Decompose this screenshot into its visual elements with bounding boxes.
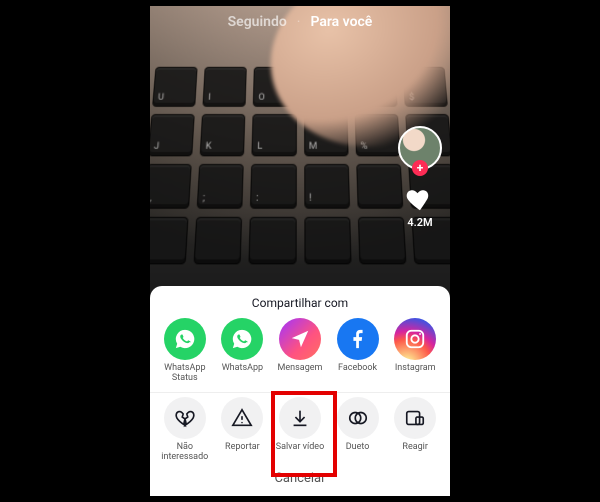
instagram-icon	[394, 318, 436, 360]
action-react[interactable]: Reagir	[388, 397, 442, 463]
share-whatsapp-status[interactable]: WhatsApp Status	[158, 318, 212, 384]
tab-separator: ·	[297, 14, 301, 30]
share-targets-row: WhatsApp Status WhatsApp Mensagem	[150, 318, 450, 384]
like-count: 4.2M	[407, 216, 432, 229]
stage: UIOP^$ JKLM%* ,;:! Seguindo · Para você …	[0, 0, 600, 502]
broken-heart-icon	[164, 397, 206, 439]
share-label: WhatsApp Status	[158, 364, 212, 384]
share-messenger[interactable]: Mensagem	[273, 318, 327, 384]
share-label: Instagram	[395, 364, 436, 384]
actions-row: Não interessado Reportar Salvar vídeo	[150, 397, 450, 463]
action-duet[interactable]: Dueto	[331, 397, 385, 463]
whatsapp-icon	[221, 318, 263, 360]
sheet-divider	[150, 392, 450, 393]
share-whatsapp[interactable]: WhatsApp	[215, 318, 269, 384]
action-label: Reportar	[225, 443, 260, 463]
react-icon	[394, 397, 436, 439]
right-action-rail: + 4.2M	[398, 126, 442, 229]
action-label: Reagir	[402, 443, 428, 463]
facebook-icon	[337, 318, 379, 360]
heart-icon	[405, 184, 435, 214]
action-report[interactable]: Reportar	[215, 397, 269, 463]
messenger-icon	[279, 318, 321, 360]
share-label: Facebook	[338, 364, 377, 384]
follow-plus-icon[interactable]: +	[412, 160, 428, 176]
like-control[interactable]: 4.2M	[405, 184, 435, 229]
action-label: Não interessado	[158, 443, 212, 463]
tab-following[interactable]: Seguindo	[228, 14, 287, 30]
phone-frame: UIOP^$ JKLM%* ,;:! Seguindo · Para você …	[150, 6, 450, 496]
share-sheet: Compartilhar com WhatsApp Status WhatsAp…	[150, 286, 450, 496]
tab-for-you[interactable]: Para você	[310, 14, 372, 30]
share-label: Mensagem	[278, 364, 323, 384]
share-facebook[interactable]: Facebook	[331, 318, 385, 384]
action-save-video[interactable]: Salvar vídeo	[273, 397, 327, 463]
duet-icon	[337, 397, 379, 439]
action-not-interested[interactable]: Não interessado	[158, 397, 212, 463]
share-instagram[interactable]: Instagram	[388, 318, 442, 384]
feed-tabs: Seguindo · Para você	[150, 14, 450, 30]
download-icon	[279, 397, 321, 439]
share-label: WhatsApp	[222, 364, 263, 384]
warning-icon	[221, 397, 263, 439]
share-sheet-title: Compartilhar com	[150, 296, 450, 310]
cancel-button[interactable]: Cancelar	[150, 463, 450, 490]
creator-avatar[interactable]: +	[398, 126, 442, 170]
action-label: Dueto	[346, 443, 370, 463]
action-label: Salvar vídeo	[276, 443, 324, 463]
whatsapp-icon	[164, 318, 206, 360]
